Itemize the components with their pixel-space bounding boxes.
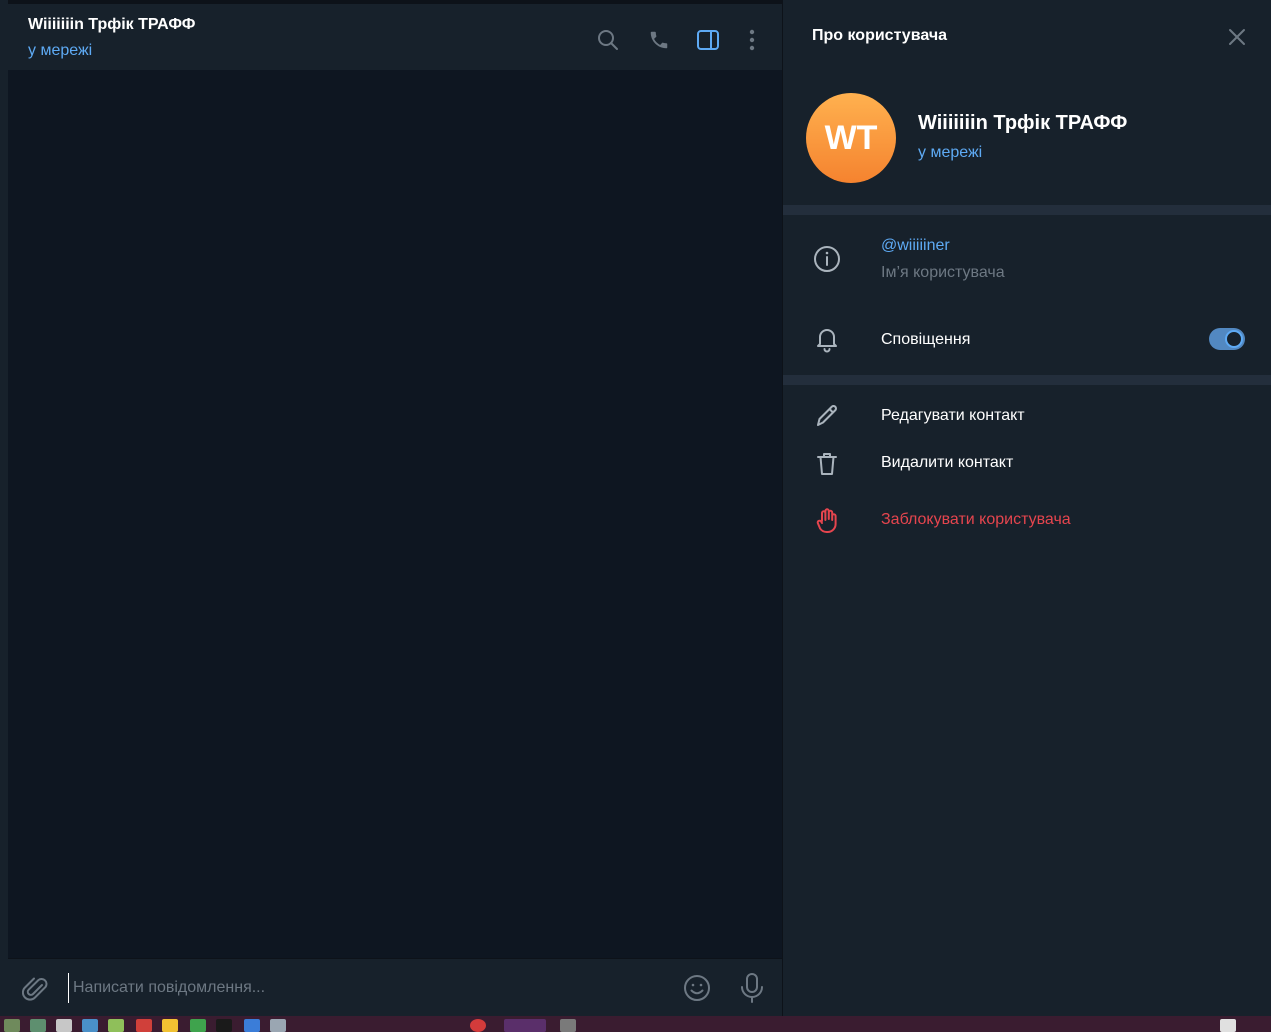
- message-input[interactable]: [68, 973, 668, 1003]
- os-taskbar: [0, 1016, 1271, 1032]
- taskbar-app-icon[interactable]: [56, 1019, 72, 1032]
- taskbar-app-icon[interactable]: [470, 1019, 486, 1032]
- toggle-knob: [1225, 330, 1243, 348]
- taskbar-telegram-icon[interactable]: [504, 1019, 546, 1032]
- panel-title: Про користувача: [812, 27, 948, 44]
- telegram-window: Wiiiiiiin Трфік ТРАФФ у мережі Написати …: [0, 0, 1271, 1032]
- profile-status: у мережі: [918, 144, 983, 161]
- more-vertical-icon[interactable]: [738, 26, 766, 54]
- trash-icon: [813, 450, 841, 478]
- username-link[interactable]: @wiiiiiner: [881, 237, 950, 255]
- taskbar-app-icon[interactable]: [270, 1019, 286, 1032]
- delete-contact-row[interactable]: [783, 440, 1271, 486]
- sidebar-toggle-icon[interactable]: [694, 26, 722, 54]
- hand-stop-icon: [813, 507, 841, 535]
- section-separator: [783, 205, 1271, 215]
- close-icon[interactable]: [1226, 26, 1248, 48]
- emoji-icon[interactable]: [682, 973, 712, 1003]
- chat-header: Wiiiiiiin Трфік ТРАФФ у мережі: [8, 0, 782, 70]
- search-icon[interactable]: [594, 26, 622, 54]
- taskbar-app-icon[interactable]: [162, 1019, 178, 1032]
- taskbar-app-icon[interactable]: [216, 1019, 232, 1032]
- phone-icon[interactable]: [645, 26, 673, 54]
- attach-icon[interactable]: [21, 975, 50, 1003]
- pencil-icon: [813, 402, 841, 430]
- username-label: Ім’я користувача: [881, 264, 1005, 281]
- user-info-panel: Про користувача WT Wiiiiiiin Трфік ТРАФФ…: [783, 0, 1271, 1016]
- composer: [8, 958, 782, 1016]
- notification-center-icon[interactable]: [1220, 1019, 1236, 1032]
- taskbar-app-icon[interactable]: [560, 1019, 576, 1032]
- message-area[interactable]: [8, 70, 782, 958]
- notifications-label: Сповіщення: [881, 331, 971, 348]
- taskbar-app-icon[interactable]: [108, 1019, 124, 1032]
- notifications-toggle[interactable]: [1209, 328, 1245, 350]
- taskbar-app-icon[interactable]: [82, 1019, 98, 1032]
- edit-contact-button[interactable]: Редагувати контакт: [881, 407, 1025, 425]
- chat-status: у мережі: [28, 42, 93, 59]
- username-row[interactable]: [783, 215, 1271, 300]
- taskbar-app-icon[interactable]: [4, 1019, 20, 1032]
- taskbar-app-icon[interactable]: [190, 1019, 206, 1032]
- edit-contact-row[interactable]: [783, 392, 1271, 438]
- chat-title[interactable]: Wiiiiiiin Трфік ТРАФФ: [28, 16, 195, 34]
- microphone-icon[interactable]: [738, 972, 766, 1004]
- info-icon: [813, 245, 841, 273]
- bell-icon: [813, 325, 841, 353]
- taskbar-app-icon[interactable]: [244, 1019, 260, 1032]
- profile-name: Wiiiiiiin Трфік ТРАФФ: [918, 112, 1128, 134]
- taskbar-app-icon[interactable]: [30, 1019, 46, 1032]
- taskbar-app-icon[interactable]: [136, 1019, 152, 1032]
- section-separator: [783, 375, 1271, 385]
- avatar[interactable]: WT: [806, 93, 896, 183]
- block-user-button[interactable]: Заблокувати користувача: [881, 511, 1071, 529]
- delete-contact-button[interactable]: Видалити контакт: [881, 454, 1013, 472]
- notifications-row[interactable]: [783, 310, 1271, 370]
